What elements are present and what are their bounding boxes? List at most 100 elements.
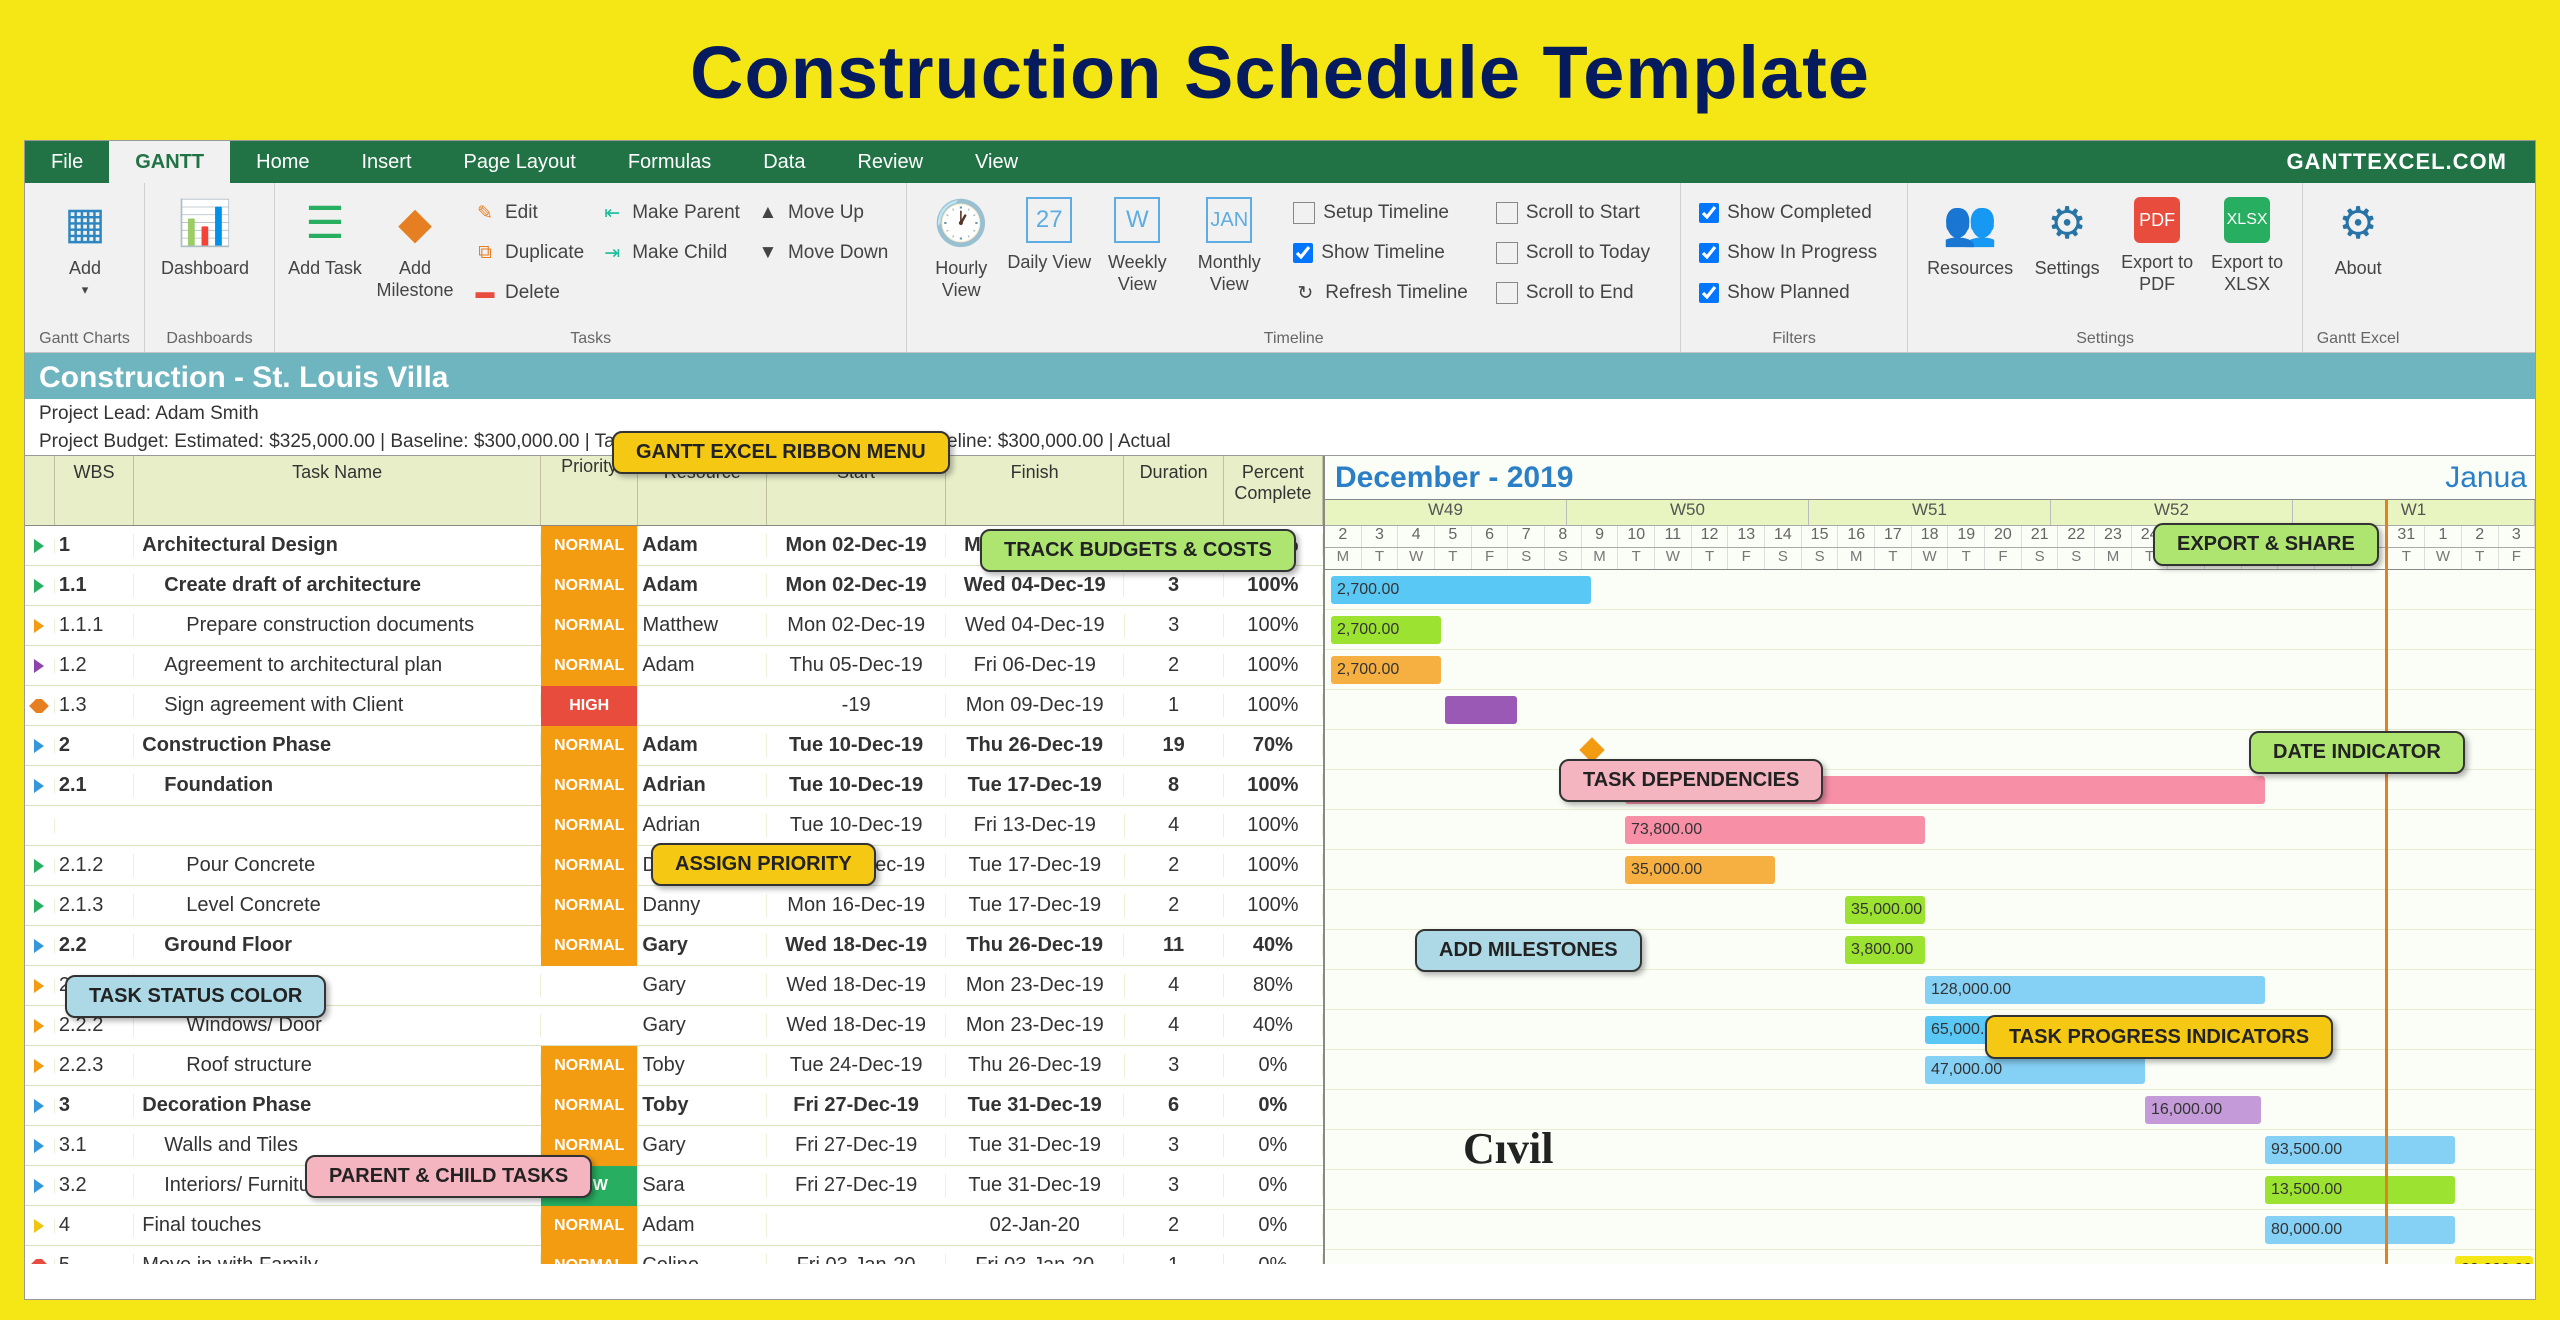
- scroll-today-button[interactable]: Scroll to Today: [1496, 235, 1662, 271]
- gantt-bar[interactable]: 73,800.00: [1625, 816, 1925, 844]
- about-button[interactable]: ⚙About: [2313, 191, 2403, 321]
- cell-start[interactable]: Tue 10-Dec-19: [767, 734, 946, 757]
- settings-button[interactable]: ⚙Settings: [2022, 191, 2112, 321]
- cell-duration[interactable]: 3: [1124, 1134, 1223, 1157]
- gantt-bar[interactable]: 2,700.00: [1331, 656, 1441, 684]
- cell-resource[interactable]: Toby: [638, 1054, 767, 1077]
- tab-formulas[interactable]: Formulas: [602, 141, 737, 183]
- cell-resource[interactable]: Toby: [638, 1094, 767, 1117]
- cell-duration[interactable]: 3: [1125, 614, 1224, 637]
- cell-percent[interactable]: 40%: [1224, 934, 1323, 957]
- cell-duration[interactable]: 19: [1124, 734, 1223, 757]
- gantt-bar[interactable]: 16,000.00: [2145, 1096, 2261, 1124]
- cell-finish[interactable]: Mon 23-Dec-19: [946, 974, 1125, 997]
- cell-wbs[interactable]: 1: [55, 534, 134, 557]
- cell-finish[interactable]: Wed 04-Dec-19: [946, 614, 1125, 637]
- cell-task-name[interactable]: Pour Concrete: [134, 854, 541, 877]
- cell-wbs[interactable]: 4: [55, 1214, 134, 1237]
- task-row[interactable]: 4 Final touches NORMAL Adam 02-Jan-20 2 …: [25, 1206, 1323, 1246]
- cell-wbs[interactable]: 2.2.3: [55, 1054, 134, 1077]
- cell-start[interactable]: Tue 10-Dec-19: [767, 774, 946, 797]
- cell-resource[interactable]: Gary: [638, 934, 767, 957]
- cell-task-name[interactable]: Ground Floor: [134, 934, 541, 957]
- cell-resource[interactable]: Danny: [638, 894, 767, 917]
- cell-start[interactable]: Fri 27-Dec-19: [767, 1174, 946, 1197]
- cell-duration[interactable]: 4: [1125, 974, 1224, 997]
- cell-finish[interactable]: Thu 26-Dec-19: [946, 734, 1125, 757]
- cell-task-name[interactable]: Create draft of architecture: [134, 574, 541, 597]
- task-row[interactable]: 2.1.3 Level Concrete NORMAL Danny Mon 16…: [25, 886, 1323, 926]
- move-down-button[interactable]: ▼Move Down: [756, 235, 888, 271]
- cell-duration[interactable]: 2: [1124, 1214, 1223, 1237]
- tab-page-layout[interactable]: Page Layout: [438, 141, 602, 183]
- cell-task-name[interactable]: Construction Phase: [134, 734, 541, 757]
- tab-gantt[interactable]: GANTT: [109, 141, 230, 183]
- cell-start[interactable]: Mon 02-Dec-19: [767, 614, 946, 637]
- cell-task-name[interactable]: Prepare construction documents: [134, 614, 541, 637]
- tab-review[interactable]: Review: [831, 141, 949, 183]
- cell-duration[interactable]: 2: [1124, 654, 1223, 677]
- cell-priority[interactable]: NORMAL: [541, 886, 638, 926]
- tab-data[interactable]: Data: [737, 141, 831, 183]
- monthly-view-button[interactable]: JANMonthly View: [1181, 191, 1277, 321]
- cell-start[interactable]: Wed 18-Dec-19: [767, 1014, 946, 1037]
- cell-resource[interactable]: Gary: [638, 1134, 767, 1157]
- col-duration[interactable]: Duration: [1124, 456, 1223, 525]
- cell-priority[interactable]: NORMAL: [541, 1246, 638, 1265]
- cell-priority[interactable]: NORMAL: [541, 1086, 638, 1126]
- cell-percent[interactable]: 0%: [1224, 1214, 1323, 1237]
- task-row[interactable]: 2.2.3 Roof structure NORMAL Toby Tue 24-…: [25, 1046, 1323, 1086]
- weekly-view-button[interactable]: WWeekly View: [1093, 191, 1181, 321]
- cell-percent[interactable]: 0%: [1224, 1254, 1323, 1264]
- cell-duration[interactable]: 3: [1124, 1174, 1223, 1197]
- make-parent-button[interactable]: ⇤Make Parent: [600, 195, 740, 231]
- gantt-bar[interactable]: 80,000.00: [2265, 1216, 2455, 1244]
- col-finish[interactable]: Finish: [946, 456, 1125, 525]
- cell-resource[interactable]: Adam: [638, 574, 767, 597]
- cell-resource[interactable]: Adam: [638, 654, 767, 677]
- cell-percent[interactable]: 100%: [1224, 574, 1323, 597]
- cell-wbs[interactable]: 1.3: [55, 694, 134, 717]
- cell-task-name[interactable]: Decoration Phase: [134, 1094, 541, 1117]
- cell-task-name[interactable]: Sign agreement with Client: [134, 694, 541, 717]
- cell-priority[interactable]: NORMAL: [541, 846, 638, 886]
- move-up-button[interactable]: ▲Move Up: [756, 195, 888, 231]
- scroll-end-button[interactable]: Scroll to End: [1496, 275, 1662, 311]
- cell-duration[interactable]: 2: [1125, 894, 1224, 917]
- cell-finish[interactable]: Tue 17-Dec-19: [946, 894, 1125, 917]
- tab-file[interactable]: File: [25, 141, 109, 183]
- cell-finish[interactable]: Mon 23-Dec-19: [946, 1014, 1125, 1037]
- hourly-view-button[interactable]: 🕐Hourly View: [917, 191, 1005, 321]
- gantt-bar[interactable]: 93,500.00: [2265, 1136, 2455, 1164]
- setup-timeline-button[interactable]: Setup Timeline: [1293, 195, 1480, 231]
- cell-percent[interactable]: 100%: [1224, 814, 1323, 837]
- cell-start[interactable]: Tue 10-Dec-19: [767, 814, 946, 837]
- cell-percent[interactable]: 100%: [1224, 694, 1323, 717]
- cell-percent[interactable]: 80%: [1224, 974, 1323, 997]
- cell-priority[interactable]: NORMAL: [541, 566, 638, 606]
- cell-wbs[interactable]: 1.1: [55, 574, 134, 597]
- cell-wbs[interactable]: 3.1: [55, 1134, 134, 1157]
- cell-priority[interactable]: NORMAL: [541, 646, 638, 686]
- add-task-button[interactable]: ☰Add Task: [285, 191, 365, 321]
- cell-task-name[interactable]: Architectural Design: [134, 534, 541, 557]
- cell-start[interactable]: Wed 18-Dec-19: [767, 934, 946, 957]
- cell-wbs[interactable]: 5: [55, 1254, 134, 1264]
- task-row[interactable]: 1.1 Create draft of architecture NORMAL …: [25, 566, 1323, 606]
- cell-resource[interactable]: Adam: [638, 734, 767, 757]
- gantt-bar[interactable]: 2,700.00: [1331, 576, 1591, 604]
- cell-start[interactable]: Fri 27-Dec-19: [767, 1134, 946, 1157]
- duplicate-button[interactable]: ⧉Duplicate: [473, 235, 584, 271]
- cell-start[interactable]: Mon 16-Dec-19: [767, 894, 946, 917]
- col-percent[interactable]: Percent Complete: [1224, 456, 1323, 525]
- cell-duration[interactable]: 8: [1124, 774, 1223, 797]
- gantt-bar[interactable]: 35,000.00: [1845, 896, 1925, 924]
- export-pdf-button[interactable]: PDFExport to PDF: [2112, 191, 2202, 321]
- cell-start[interactable]: Fri 27-Dec-19: [767, 1094, 946, 1117]
- cell-priority[interactable]: NORMAL: [541, 606, 638, 646]
- show-planned-checkbox[interactable]: Show Planned: [1699, 275, 1889, 311]
- cell-resource[interactable]: Gary: [638, 1014, 767, 1037]
- cell-percent[interactable]: 0%: [1224, 1174, 1323, 1197]
- gantt-bar[interactable]: 13,500.00: [2265, 1176, 2455, 1204]
- task-row[interactable]: 3.2 Interiors/ Furniture LOW Sara Fri 27…: [25, 1166, 1323, 1206]
